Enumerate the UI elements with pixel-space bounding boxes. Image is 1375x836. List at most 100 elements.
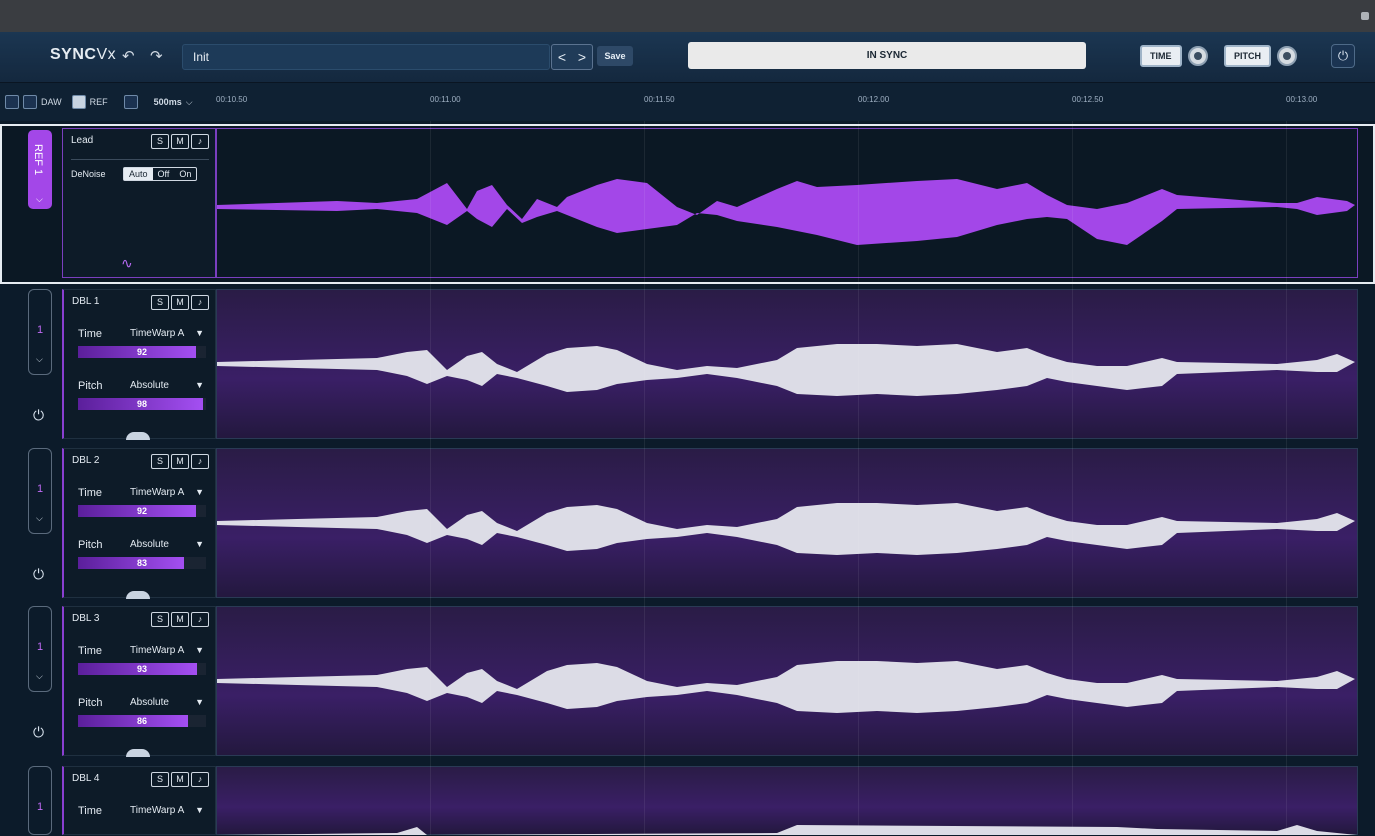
speaker-icon[interactable]: ♪ — [191, 772, 209, 787]
time-knob[interactable] — [1187, 46, 1208, 66]
pitch-amount-slider[interactable]: 86 — [78, 715, 206, 727]
ref-select[interactable]: 1 ⌵ — [28, 289, 52, 375]
expand-handle[interactable] — [126, 591, 150, 599]
window-corner-icon — [1361, 12, 1369, 20]
pitch-amount-slider[interactable]: 98 — [78, 398, 206, 410]
solo-button[interactable]: S — [151, 295, 169, 310]
pitch-mode-dropdown[interactable]: Absolute — [130, 539, 169, 550]
daw-toggle[interactable] — [23, 95, 37, 109]
solo-button[interactable]: S — [151, 772, 169, 787]
solo-button[interactable]: S — [151, 134, 169, 149]
preset-nav: < > — [551, 44, 593, 70]
pitch-row: Pitch Absolute ▼ — [78, 539, 204, 551]
time-mode-dropdown[interactable]: TimeWarp A — [130, 805, 184, 816]
solo-button[interactable]: S — [151, 612, 169, 627]
chevron-down-icon[interactable]: ⌵ — [186, 97, 193, 108]
app-logo: SYNCVx — [50, 46, 117, 63]
denoise-on-button[interactable]: On — [174, 168, 196, 180]
zoom-dropdown[interactable]: 500ms — [154, 97, 182, 107]
save-button[interactable]: Save — [597, 46, 633, 66]
pitch-label: Pitch — [78, 539, 103, 551]
pitch-knob[interactable] — [1277, 46, 1297, 66]
ref-toggle[interactable] — [71, 95, 86, 109]
mute-button[interactable]: M — [171, 454, 189, 469]
prev-preset-button[interactable]: < — [558, 49, 566, 65]
speaker-icon[interactable]: ♪ — [191, 454, 209, 469]
time-amount-value: 92 — [136, 347, 147, 357]
speaker-icon[interactable]: ♪ — [191, 612, 209, 627]
ref-label: REF — [89, 97, 108, 107]
time-tick: 00:12.50 — [1072, 95, 1104, 104]
time-tick: 00:13.00 — [1286, 95, 1318, 104]
time-row: Time TimeWarp A ▼ — [78, 645, 204, 657]
ref-badge[interactable]: REF 1 ⌵ — [28, 130, 52, 209]
time-tick: 00:12.00 — [858, 95, 890, 104]
pitch-mode-dropdown[interactable]: Absolute — [130, 380, 169, 391]
time-mode-dropdown[interactable]: TimeWarp A — [130, 487, 184, 498]
solo-button[interactable]: S — [151, 454, 169, 469]
grid-line — [1072, 121, 1073, 835]
ref-number: 1 — [37, 641, 44, 653]
pitch-button[interactable]: PITCH — [1224, 45, 1271, 67]
time-amount-slider[interactable]: 92 — [78, 346, 206, 358]
denoise-auto-button[interactable]: Auto — [124, 168, 153, 180]
menu-control: DAW REF 500ms ⌵ — [5, 95, 193, 109]
chevron-down-icon[interactable]: ▼ — [195, 328, 204, 338]
undo-icon[interactable]: ↶ — [122, 47, 135, 65]
speaker-icon[interactable]: ♪ — [191, 295, 209, 310]
ref-track-panel: Lead S M ♪ DeNoise Auto Off On ∿ — [62, 128, 216, 278]
time-label: Time — [78, 805, 103, 817]
expand-handle[interactable] — [126, 432, 150, 440]
ref-number: 1 — [37, 801, 44, 813]
mute-button[interactable]: M — [171, 295, 189, 310]
chevron-down-icon[interactable]: ▼ — [195, 539, 204, 549]
waveform-graphic — [217, 661, 1355, 713]
chevron-down-icon[interactable]: ▼ — [195, 487, 204, 497]
mute-button[interactable]: M — [171, 134, 189, 149]
sync-status-button[interactable]: IN SYNC — [688, 42, 1086, 69]
redo-icon[interactable]: ↷ — [150, 47, 163, 65]
chevron-down-icon[interactable]: ▼ — [195, 380, 204, 390]
time-mode-dropdown[interactable]: TimeWarp A — [130, 645, 184, 656]
time-button[interactable]: TIME — [1140, 45, 1182, 67]
track-name: Lead — [71, 135, 94, 146]
power-icon[interactable]: ⏻ — [33, 407, 44, 424]
expand-handle[interactable] — [126, 749, 150, 757]
time-amount-slider[interactable]: 92 — [78, 505, 206, 517]
dbl-waveform[interactable] — [216, 289, 1358, 439]
grid-line — [1286, 121, 1287, 835]
time-amount-slider[interactable]: 93 — [78, 663, 206, 675]
chevron-down-icon[interactable]: ▼ — [195, 697, 204, 707]
pitch-mode-dropdown[interactable]: Absolute — [130, 697, 169, 708]
chevron-down-icon: ⌵ — [36, 354, 43, 364]
ref-waveform[interactable] — [216, 128, 1358, 278]
chevron-down-icon[interactable]: ▼ — [195, 645, 204, 655]
denoise-off-button[interactable]: Off — [153, 168, 175, 180]
dbl-waveform[interactable] — [216, 766, 1358, 835]
ref-select[interactable]: 1 ⌵ — [28, 448, 52, 534]
preset-name-field[interactable]: Init — [182, 44, 550, 70]
power-icon[interactable]: ⏻ — [1331, 44, 1355, 68]
track-name: DBL 2 — [72, 455, 100, 466]
power-icon[interactable]: ⏻ — [33, 724, 44, 741]
speaker-icon[interactable]: ♪ — [191, 134, 209, 149]
power-icon[interactable]: ⏻ — [33, 566, 44, 583]
track-name: DBL 3 — [72, 613, 100, 624]
ref-select[interactable]: 1 — [28, 766, 52, 835]
mute-button[interactable]: M — [171, 772, 189, 787]
dbl-waveform[interactable] — [216, 606, 1358, 756]
menu-icon[interactable] — [5, 95, 19, 109]
ref-select[interactable]: 1 ⌵ — [28, 606, 52, 692]
pitch-amount-slider[interactable]: 83 — [78, 557, 206, 569]
dbl-track-panel: DBL 4 S M ♪ Time TimeWarp A ▼ — [62, 766, 216, 835]
time-label: Time — [78, 328, 103, 340]
next-preset-button[interactable]: > — [578, 49, 586, 65]
time-mode-dropdown[interactable]: TimeWarp A — [130, 328, 184, 339]
time-amount-value: 93 — [136, 664, 147, 674]
time-label: Time — [78, 645, 103, 657]
grid-icon[interactable] — [123, 95, 138, 109]
timeline-ruler: DAW REF 500ms ⌵ 00:10.50 00:11.00 00:11.5… — [0, 83, 1375, 121]
chevron-down-icon[interactable]: ▼ — [195, 805, 204, 815]
mute-button[interactable]: M — [171, 612, 189, 627]
dbl-waveform[interactable] — [216, 448, 1358, 598]
